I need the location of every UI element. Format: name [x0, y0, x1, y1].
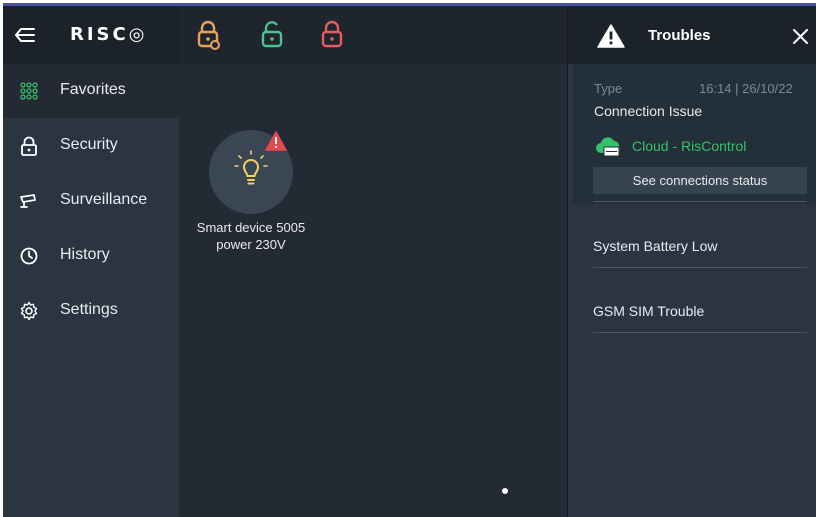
cloud-server-icon — [596, 137, 620, 157]
device-name-line2: power 230V — [216, 237, 286, 252]
camera-icon — [20, 194, 36, 208]
sidebar-item-label: Favorites — [60, 81, 126, 98]
trouble-item-connection[interactable]: Type 16:14 | 26/10/22 Connection Issue C… — [573, 64, 816, 204]
top-bar: RISC◎ — [3, 6, 567, 64]
troubles-title: Troubles — [648, 27, 711, 44]
alert-icon — [265, 131, 287, 151]
risco-logo: RISC◎ — [70, 24, 148, 45]
favorites-content: Smart device 5005 power 230V — [179, 64, 567, 517]
trouble-timestamp: 16:14 | 26/10/22 — [699, 81, 793, 96]
trouble-issue: Connection Issue — [594, 103, 703, 119]
menu-back-icon[interactable] — [15, 26, 35, 44]
divider — [593, 201, 807, 202]
sidebar-item-label: Security — [60, 136, 118, 153]
lightbulb-icon — [234, 150, 268, 185]
warning-icon — [597, 24, 625, 48]
full-arm-lock-icon[interactable] — [319, 20, 345, 50]
sidebar-item-surveillance[interactable]: Surveillance — [3, 174, 179, 228]
sidebar: Favorites Security Surveillance History — [3, 64, 179, 517]
divider — [593, 332, 807, 333]
type-label: Type — [594, 81, 623, 96]
see-connections-button[interactable]: See connections status — [593, 167, 807, 194]
close-icon[interactable] — [793, 29, 808, 44]
sidebar-item-label: History — [60, 246, 110, 263]
history-icon — [20, 247, 38, 265]
app-window: RISC◎ Favorites Security Surveillance Hi… — [3, 3, 816, 517]
logo-cell: RISC◎ — [3, 6, 179, 64]
partial-arm-lock-icon[interactable] — [195, 20, 221, 50]
trouble-item-battery[interactable]: System Battery Low — [593, 238, 718, 254]
disarm-unlock-icon[interactable] — [259, 20, 285, 50]
device-name: Smart device 5005 power 230V — [179, 219, 323, 253]
cloud-connection-label: Cloud - RisControl — [632, 138, 747, 154]
gear-icon — [20, 301, 38, 321]
sidebar-item-label: Surveillance — [60, 191, 148, 208]
sidebar-item-history[interactable]: History — [3, 229, 179, 283]
troubles-header: Troubles — [568, 6, 816, 64]
sidebar-item-favorites[interactable]: Favorites — [3, 64, 179, 118]
grid-icon — [20, 82, 38, 100]
device-name-line1: Smart device 5005 — [196, 220, 306, 235]
sidebar-item-security[interactable]: Security — [3, 119, 179, 173]
trouble-item-gsm[interactable]: GSM SIM Trouble — [593, 303, 704, 319]
lock-icon — [21, 136, 37, 156]
troubles-panel: Troubles Type 16:14 | 26/10/22 Connectio… — [567, 6, 816, 517]
divider — [593, 267, 807, 268]
sidebar-item-label: Settings — [60, 301, 118, 318]
sidebar-item-settings[interactable]: Settings — [3, 284, 179, 338]
page-indicator-dot[interactable] — [502, 488, 508, 494]
